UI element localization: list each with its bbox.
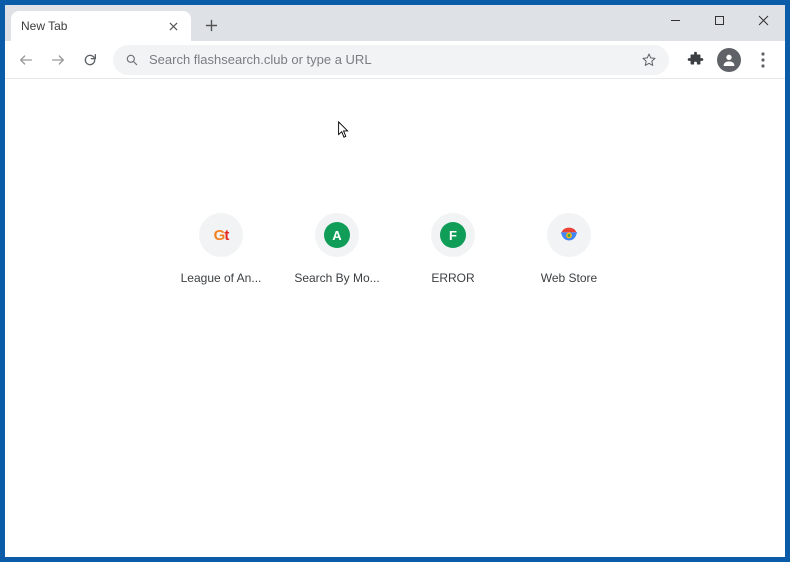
- omnibox[interactable]: [113, 45, 669, 75]
- menu-button[interactable]: [747, 44, 779, 76]
- tab-newtab[interactable]: New Tab: [11, 11, 191, 41]
- shortcuts-row: Gt League of An... A Search By Mo... F E…: [181, 213, 609, 285]
- window-controls: [653, 5, 785, 35]
- bookmark-star-icon[interactable]: [641, 52, 657, 68]
- reload-button[interactable]: [75, 45, 105, 75]
- cursor-icon: [337, 121, 351, 139]
- tab-title: New Tab: [21, 19, 67, 33]
- new-tab-button[interactable]: [197, 11, 225, 39]
- shortcut-label: League of An...: [181, 271, 262, 285]
- search-icon: [125, 53, 139, 67]
- shortcut-label: Web Store: [541, 271, 597, 285]
- shortcut-label: ERROR: [431, 271, 474, 285]
- browser-window: New Tab: [5, 5, 785, 557]
- kebab-icon: [761, 52, 765, 68]
- address-input[interactable]: [149, 52, 631, 67]
- shortcut-icon-bg: F: [431, 213, 475, 257]
- shortcut-search-by-movie[interactable]: A Search By Mo...: [297, 213, 377, 285]
- shortcut-error[interactable]: F ERROR: [413, 213, 493, 285]
- plus-icon: [205, 19, 218, 32]
- gt-logo-icon: Gt: [214, 227, 229, 244]
- arrow-right-icon: [50, 52, 66, 68]
- close-window-button[interactable]: [741, 5, 785, 35]
- webstore-icon: [558, 224, 580, 246]
- close-icon: [169, 22, 178, 31]
- shortcut-league-of-angels[interactable]: Gt League of An...: [181, 213, 261, 285]
- titlebar: New Tab: [5, 5, 785, 41]
- shortcut-icon-bg: [547, 213, 591, 257]
- toolbar: [5, 41, 785, 79]
- avatar-icon: [717, 48, 741, 72]
- letter-badge-icon: A: [324, 222, 350, 248]
- maximize-button[interactable]: [697, 5, 741, 35]
- toolbar-right: [679, 44, 779, 76]
- minimize-icon: [670, 15, 681, 26]
- back-button[interactable]: [11, 45, 41, 75]
- minimize-button[interactable]: [653, 5, 697, 35]
- profile-button[interactable]: [713, 44, 745, 76]
- shortcut-web-store[interactable]: Web Store: [529, 213, 609, 285]
- new-tab-page: Gt League of An... A Search By Mo... F E…: [5, 79, 785, 557]
- shortcut-icon-bg: A: [315, 213, 359, 257]
- shortcut-label: Search By Mo...: [294, 271, 379, 285]
- letter-badge-icon: F: [440, 222, 466, 248]
- tab-close-button[interactable]: [165, 18, 181, 34]
- shortcut-icon-bg: Gt: [199, 213, 243, 257]
- forward-button[interactable]: [43, 45, 73, 75]
- maximize-icon: [714, 15, 725, 26]
- extensions-button[interactable]: [679, 44, 711, 76]
- arrow-left-icon: [18, 52, 34, 68]
- close-icon: [758, 15, 769, 26]
- reload-icon: [82, 52, 98, 68]
- puzzle-icon: [687, 51, 704, 68]
